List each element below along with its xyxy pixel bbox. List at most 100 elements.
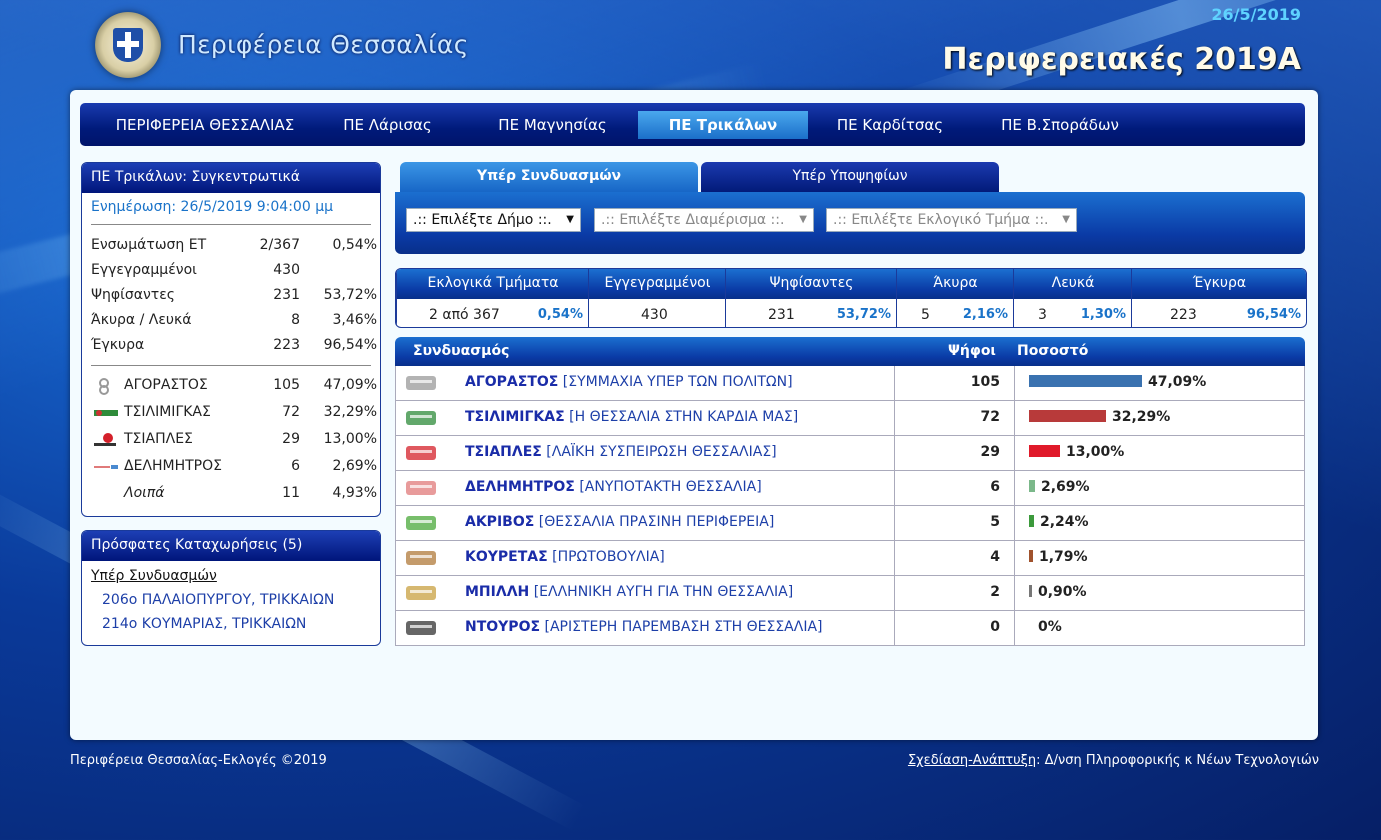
party-stat-row: ΔΕΛΗΜΗΤΡΟΣ 6 2,69% — [82, 455, 380, 482]
tab-candidate-votes[interactable]: Υπέρ Υποψηφίων — [701, 162, 999, 194]
polling-station-select[interactable]: .:: Επιλέξτε Εκλογικό Τμήμα ::. ▼ — [826, 208, 1077, 232]
divider — [91, 365, 371, 366]
party-logo-icon — [99, 378, 109, 395]
party-name[interactable]: ΚΟΥΡΕΤΑΣ [ΠΡΩΤΟΒΟΥΛΙΑ] — [465, 549, 665, 565]
party-pct: 13,00% — [1066, 444, 1125, 460]
stat-row: Εγγεγραμμένοι 430 — [91, 262, 300, 278]
party-logo-icon — [406, 446, 436, 460]
dropdown-arrow-icon: ▼ — [566, 214, 574, 225]
party-logo-icon — [94, 465, 118, 469]
filter-bar: .:: Επιλέξτε Δήμο ::. ▼ .:: Επιλέξτε Διαμ… — [395, 192, 1305, 254]
party-logo-icon — [406, 621, 436, 635]
party-pct: 2,24% — [1040, 514, 1089, 530]
recent-box: Πρόσφατες Καταχωρήσεις (5) Υπέρ Συνδυασμ… — [81, 530, 381, 646]
stat-row: Ψηφίσαντες 231 53,72% — [91, 287, 377, 303]
dropdown-arrow-icon: ▼ — [799, 214, 807, 225]
party-stat-row: Λοιπά 11 4,93% — [124, 485, 377, 501]
nav-item-karditsa[interactable]: ΠΕ Καρδίτσας — [825, 111, 955, 139]
election-title: Περιφερειακές 2019Α — [942, 42, 1301, 77]
party-votes: 6 — [990, 479, 1000, 495]
header-date: 26/5/2019 — [1211, 5, 1301, 24]
party-name[interactable]: ΜΠΙΛΛΗ [ΕΛΛΗΝΙΚΗ ΑΥΓΗ ΓΙΑ ΤΗΝ ΘΕΣΣΑΛΙΑ] — [465, 584, 793, 600]
recent-item[interactable]: 214ο ΚΟΥΜΑΡΙΑΣ, ΤΡΙΚΚΑΙΩΝ — [102, 616, 380, 632]
party-votes: 2 — [990, 584, 1000, 600]
recent-subtitle-link[interactable]: Υπέρ Συνδυασμών — [91, 568, 380, 584]
region-nav: ΠΕΡΙΦΕΡΕΙΑ ΘΕΣΣΑΛΙΑΣ ΠΕ Λάρισας ΠΕ Μαγνη… — [80, 103, 1305, 146]
footer-copyright: Περιφέρεια Θεσσαλίας-Εκλογές ©2019 — [70, 753, 327, 768]
party-name[interactable]: ΝΤΟΥΡΟΣ [ΑΡΙΣΤΕΡΗ ΠΑΡΕΜΒΑΣΗ ΣΤΗ ΘΕΣΣΑΛΙΑ… — [465, 619, 823, 635]
result-row: ΑΓΟΡΑΣΤΟΣ [ΣΥΜΜΑΧΙΑ ΥΠΕΡ ΤΩΝ ΠΟΛΙΤΩΝ] 105… — [395, 366, 1305, 401]
party-name[interactable]: ΑΓΟΡΑΣΤΟΣ [ΣΥΜΜΑΧΙΑ ΥΠΕΡ ΤΩΝ ΠΟΛΙΤΩΝ] — [465, 374, 793, 390]
vote-share-bar — [1029, 480, 1035, 492]
vote-share-bar — [1029, 445, 1060, 457]
nav-item-sporades[interactable]: ΠΕ Β.Σποράδων — [985, 111, 1135, 139]
party-votes: 5 — [990, 514, 1000, 530]
party-logo-icon — [406, 516, 436, 530]
party-pct: 1,79% — [1039, 549, 1088, 565]
nav-item-larisa[interactable]: ΠΕ Λάρισας — [330, 111, 445, 139]
party-name[interactable]: ΤΣΙΛΙΜΙΓΚΑΣ [Η ΘΕΣΣΑΛΙΑ ΣΤΗΝ ΚΑΡΔΙΑ ΜΑΣ] — [465, 409, 798, 425]
party-logo-icon — [406, 481, 436, 495]
party-votes: 105 — [970, 374, 1000, 390]
totals-col: Λευκά 3 1,30% — [1013, 269, 1132, 327]
party-stat-row: ΤΣΙΑΠΛΕΣ 29 13,00% — [82, 428, 380, 455]
party-logo-icon — [406, 411, 436, 425]
nav-item-magnesia[interactable]: ΠΕ Μαγνησίας — [480, 111, 625, 139]
party-logo-icon — [406, 376, 436, 390]
party-votes: 0 — [990, 619, 1000, 635]
party-stat-row: ΤΣΙΛΙΜΙΓΚΑΣ 72 32,29% — [82, 401, 380, 428]
last-updated: Ενημέρωση: 26/5/2019 9:04:00 μμ — [91, 199, 334, 215]
totals-col: Ψηφίσαντες 231 53,72% — [725, 269, 897, 327]
summary-box-title: ΠΕ Τρικάλων: Συγκεντρωτικά — [82, 163, 380, 193]
party-pct: 2,69% — [1041, 479, 1090, 495]
result-row: ΤΣΙΛΙΜΙΓΚΑΣ [Η ΘΕΣΣΑΛΙΑ ΣΤΗΝ ΚΑΡΔΙΑ ΜΑΣ]… — [395, 401, 1305, 436]
totals-col: Έγκυρα 223 96,54% — [1131, 269, 1306, 327]
recent-box-title: Πρόσφατες Καταχωρήσεις (5) — [82, 531, 380, 561]
party-logo-icon — [94, 433, 116, 446]
party-pct: 47,09% — [1148, 374, 1207, 390]
party-pct: 0,90% — [1038, 584, 1087, 600]
nav-item-trikala[interactable]: ΠΕ Τρικάλων — [638, 111, 808, 139]
region-title: Περιφέρεια Θεσσαλίας — [178, 30, 469, 59]
totals-col: Άκυρα 5 2,16% — [896, 269, 1014, 327]
party-stat-row: ΑΓΟΡΑΣΤΟΣ 105 47,09% — [82, 374, 380, 401]
nav-item-thessaly[interactable]: ΠΕΡΙΦΕΡΕΙΑ ΘΕΣΣΑΛΙΑΣ — [100, 111, 310, 139]
party-name[interactable]: ΔΕΛΗΜΗΤΡΟΣ [ΑΝΥΠΟΤΑΚΤΗ ΘΕΣΣΑΛΙΑ] — [465, 479, 762, 495]
summary-box: ΠΕ Τρικάλων: Συγκεντρωτικά Ενημέρωση: 26… — [81, 162, 381, 517]
vote-share-bar — [1029, 375, 1142, 387]
totals-col: Εγγεγραμμένοι 430 — [588, 269, 726, 327]
vote-share-bar — [1029, 410, 1106, 422]
party-logo-icon — [406, 586, 436, 600]
vote-share-bar — [1029, 550, 1033, 562]
footer-credits: Σχεδίαση-Ανάπτυξη: Δ/νση Πληροφορικής κ … — [907, 753, 1319, 768]
stat-row: Άκυρα / Λευκά 8 3,46% — [91, 312, 377, 328]
vote-share-bar — [1029, 585, 1032, 597]
stat-row: Ενσωμάτωση ΕΤ 2/367 0,54% — [91, 237, 377, 253]
results-header: Συνδυασμός Ψήφοι Ποσοστό — [395, 337, 1305, 366]
party-name[interactable]: ΑΚΡΙΒΟΣ [ΘΕΣΣΑΛΙΑ ΠΡΑΣΙΝΗ ΠΕΡΙΦΕΡΕΙΑ] — [465, 514, 774, 530]
result-row: ΑΚΡΙΒΟΣ [ΘΕΣΣΑΛΙΑ ΠΡΑΣΙΝΗ ΠΕΡΙΦΕΡΕΙΑ] 5 2,… — [395, 506, 1305, 541]
tab-party-votes[interactable]: Υπέρ Συνδυασμών — [400, 162, 698, 194]
result-row: ΚΟΥΡΕΤΑΣ [ΠΡΩΤΟΒΟΥΛΙΑ] 4 1,79% — [395, 541, 1305, 576]
coat-of-arms-logo — [95, 12, 161, 78]
recent-item[interactable]: 206ο ΠΑΛΑΙΟΠΥΡΓΟΥ, ΤΡΙΚΚΑΙΩΝ — [102, 592, 380, 608]
result-row: ΝΤΟΥΡΟΣ [ΑΡΙΣΤΕΡΗ ΠΑΡΕΜΒΑΣΗ ΣΤΗ ΘΕΣΣΑΛΙΑ… — [395, 611, 1305, 646]
logo-shield-icon — [113, 28, 143, 62]
party-name[interactable]: ΤΣΙΑΠΛΕΣ [ΛΑΪΚΗ ΣΥΣΠΕΙΡΩΣΗ ΘΕΣΣΑΛΙΑΣ] — [465, 444, 777, 460]
party-votes: 72 — [980, 409, 1000, 425]
party-logo-icon — [94, 410, 118, 416]
design-credit-link[interactable]: Σχεδίαση-Ανάπτυξη — [908, 753, 1036, 768]
party-votes: 29 — [980, 444, 1000, 460]
totals-col: Εκλογικά Τμήματα 2 από 367 0,54% — [396, 269, 589, 327]
party-votes: 4 — [990, 549, 1000, 565]
vote-share-bar — [1029, 515, 1034, 527]
party-pct: 32,29% — [1112, 409, 1171, 425]
party-pct: 0% — [1038, 619, 1062, 635]
district-select[interactable]: .:: Επιλέξτε Διαμέρισμα ::. ▼ — [594, 208, 814, 232]
divider — [91, 224, 371, 225]
results-table: Συνδυασμός Ψήφοι Ποσοστό ΑΓΟΡΑΣΤΟΣ [ΣΥΜΜ… — [395, 337, 1305, 646]
dropdown-arrow-icon: ▼ — [1062, 214, 1070, 225]
result-row: ΔΕΛΗΜΗΤΡΟΣ [ΑΝΥΠΟΤΑΚΤΗ ΘΕΣΣΑΛΙΑ] 6 2,69% — [395, 471, 1305, 506]
municipality-select[interactable]: .:: Επιλέξτε Δήμο ::. ▼ — [406, 208, 581, 232]
main-panel: ΠΕΡΙΦΕΡΕΙΑ ΘΕΣΣΑΛΙΑΣ ΠΕ Λάρισας ΠΕ Μαγνη… — [70, 90, 1318, 740]
